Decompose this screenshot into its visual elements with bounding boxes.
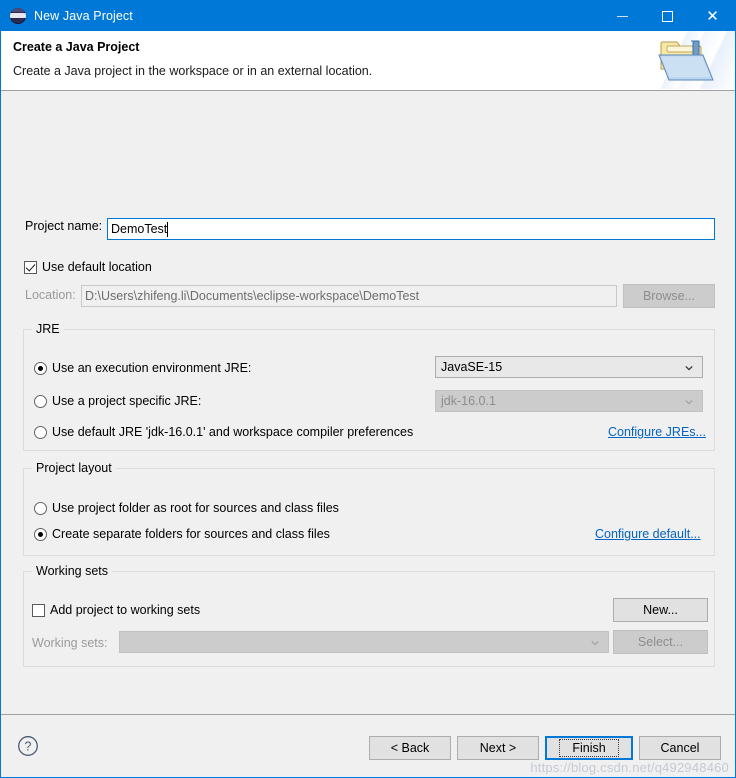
back-label: < Back bbox=[390, 741, 430, 755]
select-working-set-button[interactable]: Select... bbox=[613, 630, 708, 654]
project-name-label: Project name: bbox=[25, 219, 103, 233]
working-sets-row: Working sets: bbox=[32, 636, 108, 650]
location-row: Location: bbox=[25, 288, 79, 302]
configure-default-link[interactable]: Configure default... bbox=[595, 527, 701, 541]
title-bar: New Java Project ✕ bbox=[1, 1, 735, 31]
new-working-set-label: New... bbox=[643, 603, 678, 617]
working-sets-label: Working sets: bbox=[32, 636, 108, 650]
use-default-location-checkbox[interactable] bbox=[24, 260, 37, 274]
add-to-working-sets-row[interactable]: Add project to working sets bbox=[32, 603, 200, 617]
maximize-icon bbox=[662, 10, 673, 22]
chevron-down-icon bbox=[685, 365, 693, 371]
add-to-working-sets-checkbox[interactable] bbox=[32, 603, 45, 617]
project-layout-option-root[interactable]: Use project folder as root for sources a… bbox=[34, 501, 339, 515]
browse-button[interactable]: Browse... bbox=[623, 284, 715, 308]
window-title: New Java Project bbox=[34, 9, 133, 23]
radio-separate-folders[interactable] bbox=[34, 527, 47, 541]
finish-button[interactable]: Finish bbox=[545, 736, 633, 760]
jre-option-default[interactable]: Use default JRE 'jdk-16.0.1' and workspa… bbox=[34, 425, 413, 439]
svg-text:?: ? bbox=[25, 740, 32, 754]
project-layout-option-1-label: Create separate folders for sources and … bbox=[52, 527, 330, 541]
add-to-working-sets-label: Add project to working sets bbox=[50, 603, 201, 617]
cancel-button[interactable]: Cancel bbox=[639, 736, 721, 760]
finish-label: Finish bbox=[559, 739, 619, 757]
back-button[interactable]: < Back bbox=[369, 736, 451, 760]
project-layout-option-0-label: Use project folder as root for sources a… bbox=[52, 501, 339, 515]
jre-group-title: JRE bbox=[32, 322, 64, 336]
project-name-value: DemoTest bbox=[111, 222, 168, 236]
close-button[interactable]: ✕ bbox=[690, 1, 735, 31]
execution-environment-combo[interactable]: JavaSE-15 bbox=[435, 356, 703, 378]
minimize-icon bbox=[617, 15, 628, 17]
radio-project-specific[interactable] bbox=[34, 394, 47, 408]
project-specific-jre-combo[interactable]: jdk-16.0.1 bbox=[435, 390, 703, 412]
radio-project-folder-root[interactable] bbox=[34, 501, 47, 515]
execution-environment-value: JavaSE-15 bbox=[441, 360, 503, 374]
working-sets-group-title: Working sets bbox=[32, 564, 113, 578]
footer-buttons: < Back Next > Finish Cancel bbox=[369, 736, 721, 760]
project-layout-group-title: Project layout bbox=[32, 461, 116, 475]
project-name-row: Project name: bbox=[25, 219, 107, 233]
chevron-down-icon bbox=[685, 399, 693, 405]
maximize-button[interactable] bbox=[645, 1, 690, 31]
help-icon[interactable]: ? bbox=[17, 735, 39, 757]
page-description: Create a Java project in the workspace o… bbox=[13, 64, 373, 78]
eclipse-icon bbox=[10, 8, 26, 24]
configure-jres-link[interactable]: Configure JREs... bbox=[608, 425, 706, 439]
jre-option-project-specific[interactable]: Use a project specific JRE: bbox=[34, 394, 201, 408]
text-caret bbox=[167, 221, 169, 237]
next-button[interactable]: Next > bbox=[457, 736, 539, 760]
working-sets-combo[interactable] bbox=[119, 631, 609, 653]
location-label: Location: bbox=[25, 288, 76, 302]
new-java-project-dialog: New Java Project ✕ Create a Java Project… bbox=[0, 0, 736, 778]
chevron-down-icon bbox=[591, 640, 599, 646]
close-icon: ✕ bbox=[706, 6, 719, 25]
window-controls: ✕ bbox=[600, 1, 735, 31]
next-label: Next > bbox=[479, 741, 517, 755]
page-title: Create a Java Project bbox=[13, 40, 140, 54]
watermark: https://blog.csdn.net/q492948460 bbox=[530, 760, 729, 775]
new-working-set-button[interactable]: New... bbox=[613, 598, 708, 622]
dialog-footer: ? < Back Next > Finish Cancel https://bl… bbox=[1, 714, 735, 777]
location-input[interactable]: D:\Users\zhifeng.li\Documents\eclipse-wo… bbox=[81, 285, 617, 307]
browse-label: Browse... bbox=[642, 289, 696, 303]
dialog-banner: Create a Java Project Create a Java proj… bbox=[1, 31, 735, 90]
location-value: D:\Users\zhifeng.li\Documents\eclipse-wo… bbox=[85, 289, 420, 303]
jre-option-0-label: Use an execution environment JRE: bbox=[52, 361, 252, 375]
cancel-label: Cancel bbox=[660, 741, 700, 755]
jre-option-execution-environment[interactable]: Use an execution environment JRE: bbox=[34, 361, 251, 375]
dialog-content: Project name: DemoTest Use default locat… bbox=[1, 91, 735, 714]
use-default-location-label: Use default location bbox=[42, 260, 152, 274]
java-project-folder-icon bbox=[658, 40, 714, 81]
radio-default-jre[interactable] bbox=[34, 425, 47, 439]
project-specific-jre-value: jdk-16.0.1 bbox=[441, 394, 496, 408]
project-layout-option-separate[interactable]: Create separate folders for sources and … bbox=[34, 527, 330, 541]
select-working-set-label: Select... bbox=[637, 635, 684, 649]
use-default-location-row[interactable]: Use default location bbox=[24, 260, 152, 274]
radio-execution-environment[interactable] bbox=[34, 361, 47, 375]
jre-option-2-label: Use default JRE 'jdk-16.0.1' and workspa… bbox=[52, 425, 414, 439]
minimize-button[interactable] bbox=[600, 1, 645, 31]
banner-art bbox=[641, 31, 735, 89]
jre-option-1-label: Use a project specific JRE: bbox=[52, 394, 202, 408]
project-name-input[interactable]: DemoTest bbox=[107, 218, 715, 240]
